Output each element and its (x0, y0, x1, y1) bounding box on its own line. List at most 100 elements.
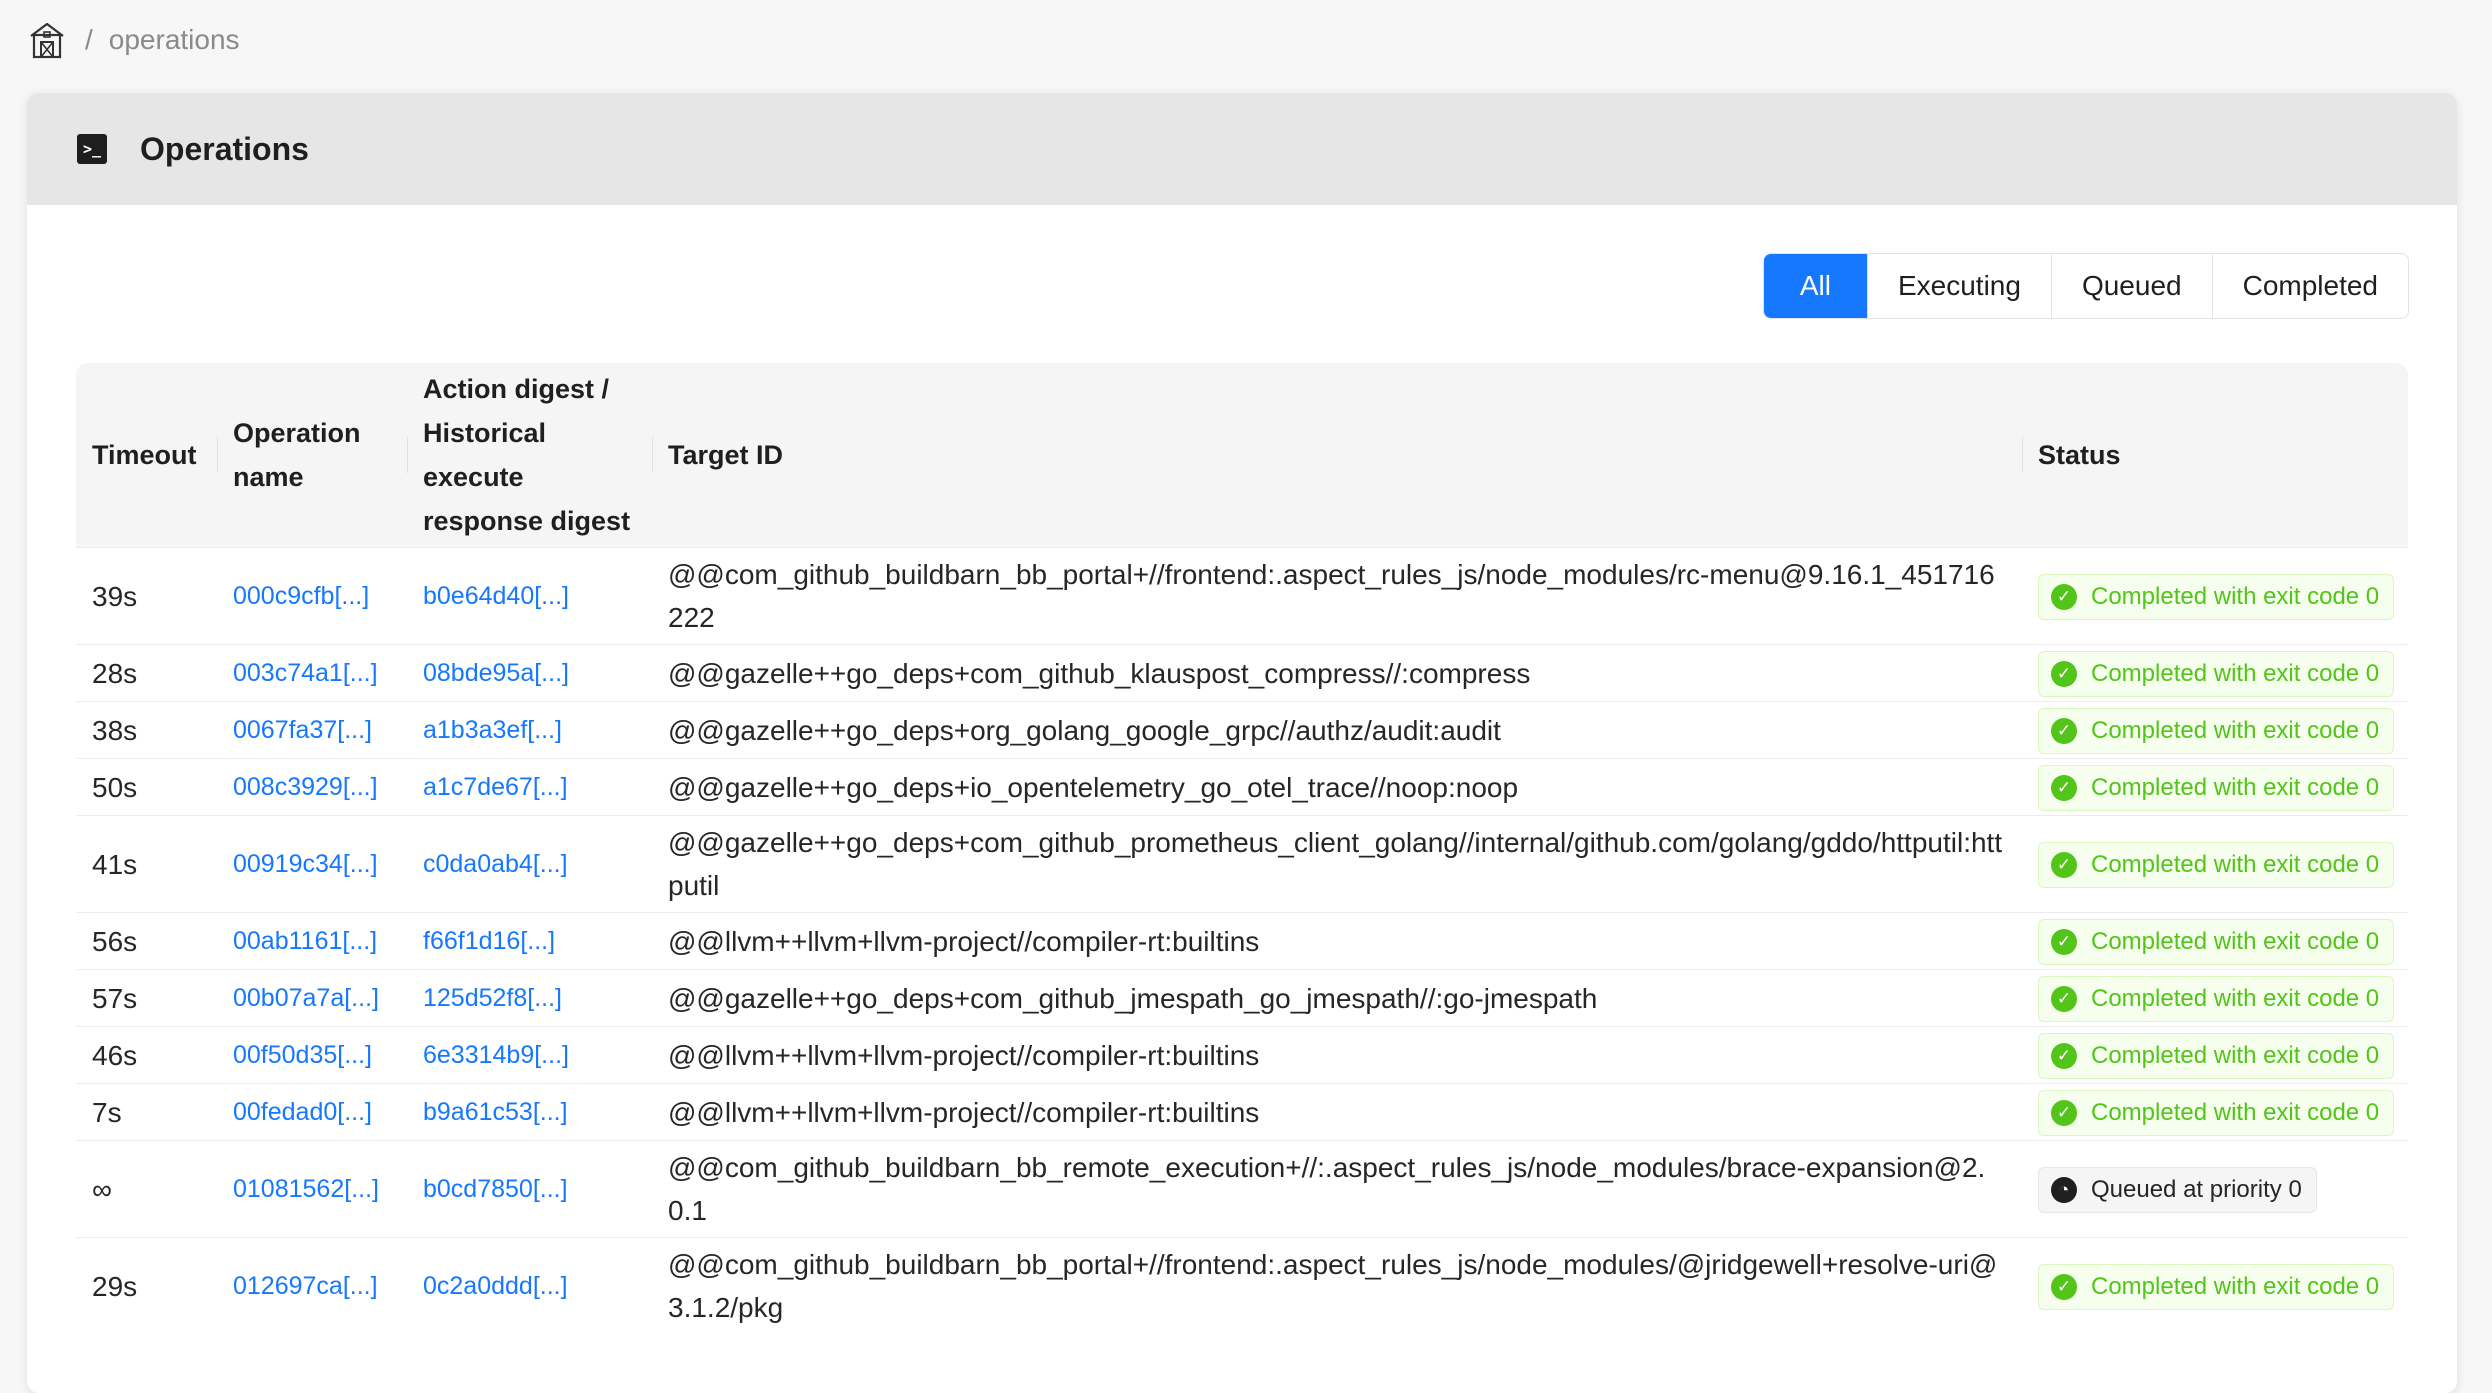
terminal-icon: >_ (77, 134, 107, 164)
status-cell: ✓ Completed with exit code 0 (2022, 912, 2408, 970)
action-digest-link[interactable]: a1b3a3ef[...] (423, 716, 562, 744)
filter-queued[interactable]: Queued (2050, 254, 2212, 318)
action-digest-link[interactable]: f66f1d16[...] (423, 927, 555, 955)
home-icon[interactable] (25, 18, 69, 62)
status-badge: ✓ Completed with exit code 0 (2038, 573, 2395, 620)
action-digest-cell: b0e64d40[...] (407, 547, 652, 645)
table-row: ∞ 01081562[...] b0cd7850[...] @@com_github_… (76, 1140, 2408, 1238)
operation-name-cell: 00b07a7a[...] (217, 969, 407, 1027)
status-badge: ✓ Completed with exit code 0 (2038, 841, 2395, 888)
action-digest-cell: b0cd7850[...] (407, 1140, 652, 1238)
filter-completed[interactable]: Completed (2211, 254, 2408, 318)
operation-link[interactable]: 003c74a1[...] (233, 659, 378, 687)
table-body: 39s 000c9cfb[...] b0e64d40[...] @@com_githu… (76, 547, 2408, 1334)
status-badge: ✓ Completed with exit code 0 (2038, 918, 2395, 965)
action-digest-link[interactable]: 0c2a0ddd[...] (423, 1272, 568, 1300)
operation-link[interactable]: 01081562[...] (233, 1175, 379, 1203)
status-cell: ✓ Completed with exit code 0 (2022, 1083, 2408, 1141)
breadcrumb-current: operations (108, 24, 240, 55)
column-header-action-digest[interactable]: Action digest / Historical execute respo… (407, 363, 652, 548)
action-digest-link[interactable]: b0e64d40[...] (423, 582, 569, 610)
timeout-cell: ∞ (76, 1140, 217, 1238)
table-row: 57s 00b07a7a[...] 125d52f8[...] @@gazelle++… (76, 969, 2408, 1027)
operation-name-cell: 00ab1161[...] (217, 912, 407, 970)
target-id-cell: @@llvm++llvm+llvm-project//compiler-rt:b… (652, 912, 2022, 970)
check-circle-icon: ✓ (2051, 717, 2077, 744)
target-id-cell: @@com_github_buildbarn_bb_portal+//front… (652, 547, 2022, 645)
status-cell: ◔ Queued at priority 0 (2022, 1140, 2408, 1238)
check-circle-icon: ✓ (2051, 583, 2077, 610)
check-circle-icon: ✓ (2051, 1042, 2077, 1069)
target-id-cell: @@com_github_buildbarn_bb_portal+//front… (652, 1237, 2022, 1334)
action-digest-link[interactable]: c0da0ab4[...] (423, 850, 568, 878)
table-row: 46s 00f50d35[...] 6e3314b9[...] @@llvm++llv… (76, 1026, 2408, 1084)
column-header-operation-name[interactable]: Operation name (217, 363, 407, 548)
timeout-cell: 38s (76, 701, 217, 759)
check-circle-icon: ✓ (2051, 1099, 2077, 1126)
column-header-timeout[interactable]: Timeout (76, 363, 217, 548)
timeout-cell: 50s (76, 758, 217, 816)
action-digest-link[interactable]: b0cd7850[...] (423, 1175, 568, 1203)
breadcrumb-separator: / (85, 24, 93, 55)
operation-name-cell: 00919c34[...] (217, 815, 407, 913)
status-cell: ✓ Completed with exit code 0 (2022, 1026, 2408, 1084)
column-header-target-id[interactable]: Target ID (652, 363, 2022, 548)
timeout-cell: 28s (76, 644, 217, 702)
table-row: 39s 000c9cfb[...] b0e64d40[...] @@com_githu… (76, 547, 2408, 645)
filter-executing[interactable]: Executing (1866, 254, 2051, 318)
operation-name-cell: 00fedad0[...] (217, 1083, 407, 1141)
status-badge: ✓ Completed with exit code 0 (2038, 1263, 2395, 1310)
target-id-cell: @@llvm++llvm+llvm-project//compiler-rt:b… (652, 1083, 2022, 1141)
action-digest-cell: a1b3a3ef[...] (407, 701, 652, 759)
timeout-cell: 56s (76, 912, 217, 970)
status-text: Queued at priority 0 (2091, 1176, 2302, 1204)
status-text: Completed with exit code 0 (2091, 583, 2380, 611)
operation-link[interactable]: 000c9cfb[...] (233, 582, 369, 610)
operation-name-cell: 0067fa37[...] (217, 701, 407, 759)
operation-name-cell: 003c74a1[...] (217, 644, 407, 702)
table-row: 38s 0067fa37[...] a1b3a3ef[...] @@gazelle++… (76, 701, 2408, 759)
operation-link[interactable]: 00b07a7a[...] (233, 984, 379, 1012)
table-row: 56s 00ab1161[...] f66f1d16[...] @@llvm++llv… (76, 912, 2408, 970)
status-text: Completed with exit code 0 (2091, 985, 2380, 1013)
action-digest-link[interactable]: 6e3314b9[...] (423, 1041, 569, 1069)
operation-link[interactable]: 00ab1161[...] (233, 927, 377, 955)
status-text: Completed with exit code 0 (2091, 1042, 2380, 1070)
operation-name-cell: 012697ca[...] (217, 1237, 407, 1334)
breadcrumb: / operations (25, 18, 240, 62)
operation-link[interactable]: 00f50d35[...] (233, 1041, 372, 1069)
timeout-cell: 41s (76, 815, 217, 913)
check-circle-icon: ✓ (2051, 928, 2077, 955)
filter-all[interactable]: All (1763, 254, 1867, 318)
status-cell: ✓ Completed with exit code 0 (2022, 1237, 2408, 1334)
operation-link[interactable]: 0067fa37[...] (233, 716, 372, 744)
column-header-status[interactable]: Status (2022, 363, 2408, 548)
action-digest-link[interactable]: b9a61c53[...] (423, 1098, 568, 1126)
table-row: 41s 00919c34[...] c0da0ab4[...] @@gazelle++… (76, 815, 2408, 913)
operation-name-cell: 01081562[...] (217, 1140, 407, 1238)
status-cell: ✓ Completed with exit code 0 (2022, 701, 2408, 759)
check-circle-icon: ✓ (2051, 985, 2077, 1012)
timeout-cell: 7s (76, 1083, 217, 1141)
action-digest-cell: 08bde95a[...] (407, 644, 652, 702)
operation-link[interactable]: 00919c34[...] (233, 850, 378, 878)
timeout-cell: 46s (76, 1026, 217, 1084)
action-digest-link[interactable]: 08bde95a[...] (423, 659, 569, 687)
table-row: 29s 012697ca[...] 0c2a0ddd[...] @@com_githu… (76, 1237, 2408, 1334)
status-badge: ◔ Queued at priority 0 (2038, 1166, 2317, 1213)
status-badge: ✓ Completed with exit code 0 (2038, 975, 2395, 1022)
action-digest-cell: b9a61c53[...] (407, 1083, 652, 1141)
operation-link[interactable]: 012697ca[...] (233, 1272, 378, 1300)
action-digest-cell: a1c7de67[...] (407, 758, 652, 816)
action-digest-link[interactable]: 125d52f8[...] (423, 984, 562, 1012)
check-circle-icon: ✓ (2051, 774, 2077, 801)
action-digest-link[interactable]: a1c7de67[...] (423, 773, 568, 801)
target-id-cell: @@gazelle++go_deps+com_github_prometheus… (652, 815, 2022, 913)
operation-name-cell: 000c9cfb[...] (217, 547, 407, 645)
operation-link[interactable]: 00fedad0[...] (233, 1098, 372, 1126)
table-row: 50s 008c3929[...] a1c7de67[...] @@gazelle++… (76, 758, 2408, 816)
action-digest-cell: f66f1d16[...] (407, 912, 652, 970)
status-text: Completed with exit code 0 (2091, 851, 2380, 879)
table-row: 28s 003c74a1[...] 08bde95a[...] @@gazelle++… (76, 644, 2408, 702)
operation-link[interactable]: 008c3929[...] (233, 773, 378, 801)
